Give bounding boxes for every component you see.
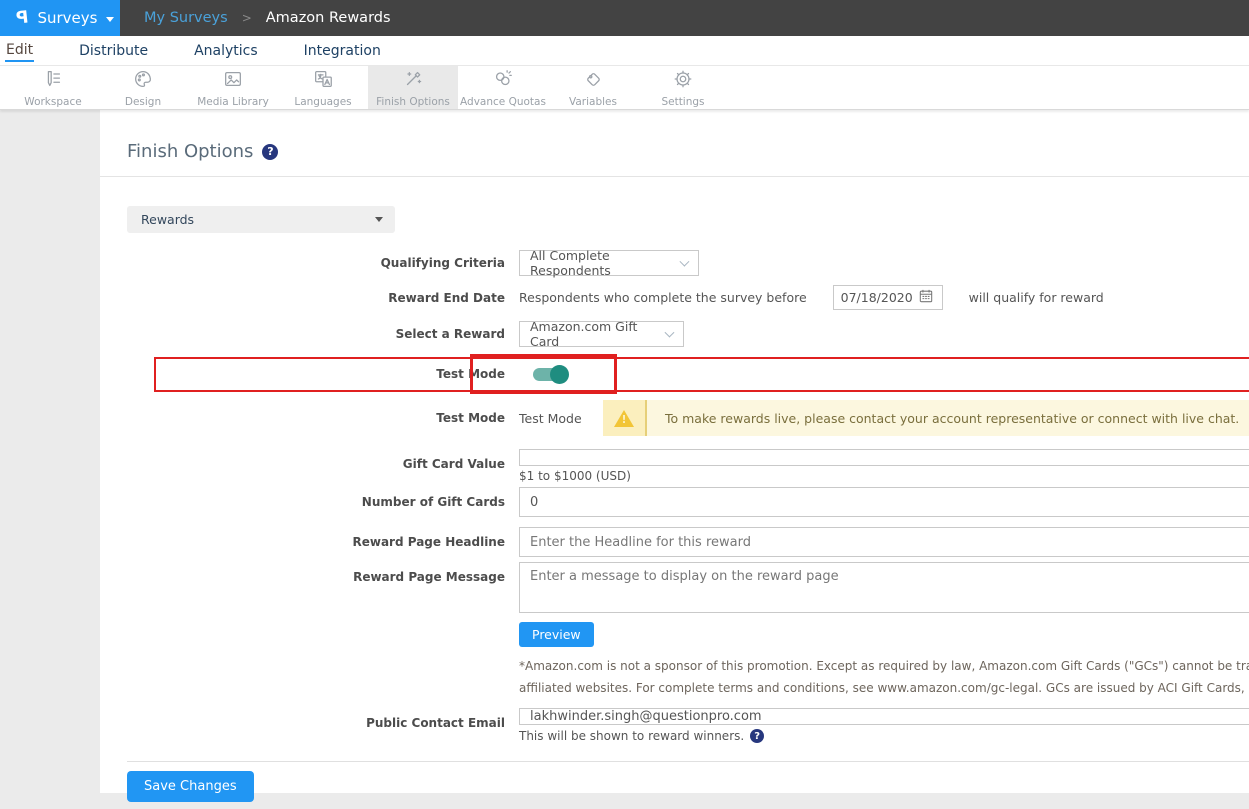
breadcrumb-separator-icon: >	[242, 11, 252, 25]
gift-card-value-input[interactable]	[519, 449, 1249, 466]
media-library-icon	[222, 68, 244, 94]
toolbar-item-label: Variables	[569, 96, 617, 108]
select-reward-select[interactable]: Amazon.com Gift Card	[519, 321, 684, 347]
test-mode-toggle[interactable]	[533, 368, 567, 381]
toolbar-item-label: Settings	[661, 96, 704, 108]
page-background: Finish Options ? Rewards Qualifying Crit…	[0, 110, 1249, 809]
reward-end-date-input[interactable]	[833, 285, 943, 310]
test-mode-toggle-label: Test Mode	[127, 367, 519, 381]
edit-toolbar: Workspace Design Media Library Languages…	[0, 66, 1249, 110]
number-of-gift-cards-input[interactable]	[519, 487, 1249, 517]
toolbar-item-media-library[interactable]: Media Library	[188, 66, 278, 109]
caret-down-icon	[106, 17, 114, 22]
finish-options-icon	[402, 68, 424, 94]
select-reward-label: Select a Reward	[127, 327, 519, 341]
reward-end-date-field[interactable]	[841, 290, 913, 305]
reward-page-headline-input[interactable]	[519, 527, 1249, 557]
toolbar-item-label: Finish Options	[376, 96, 450, 108]
toolbar-item-label: Advance Quotas	[460, 96, 546, 108]
toolbar-item-languages[interactable]: Languages	[278, 66, 368, 109]
toolbar-item-advance-quotas[interactable]: Advance Quotas	[458, 66, 548, 109]
workspace-icon	[42, 68, 64, 94]
toggle-knob	[550, 365, 569, 384]
disclaimer-line-2: affiliated websites. For complete terms …	[519, 678, 1249, 700]
variables-icon	[582, 68, 604, 94]
warning-triangle-icon	[614, 410, 634, 427]
breadcrumb: My Surveys > Amazon Rewards	[120, 0, 1249, 36]
title-divider	[100, 176, 1249, 177]
tab-distribute[interactable]: Distribute	[78, 41, 149, 61]
finish-options-panel: Finish Options ? Rewards Qualifying Crit…	[100, 110, 1249, 793]
toolbar-item-label: Design	[125, 96, 161, 108]
preview-button[interactable]: Preview	[519, 622, 594, 647]
calendar-icon[interactable]	[919, 288, 933, 307]
tab-analytics[interactable]: Analytics	[193, 41, 259, 61]
surveys-product-menu[interactable]: P Surveys	[0, 0, 120, 36]
gift-card-value-helper: $1 to $1000 (USD)	[519, 469, 1249, 483]
reward-end-date-label: Reward End Date	[127, 291, 519, 305]
rewards-section-dropdown[interactable]: Rewards	[127, 206, 395, 233]
design-icon	[132, 68, 154, 94]
reward-end-date-prefix: Respondents who complete the survey befo…	[519, 290, 807, 305]
advance-quotas-icon	[492, 68, 514, 94]
languages-icon	[312, 68, 334, 94]
tab-integration[interactable]: Integration	[303, 41, 382, 61]
breadcrumb-current: Amazon Rewards	[266, 10, 391, 26]
page-title: Finish Options	[127, 141, 253, 162]
caret-down-icon	[375, 217, 383, 222]
test-mode-status-label: Test Mode	[127, 411, 519, 425]
select-reward-value: Amazon.com Gift Card	[530, 319, 666, 349]
rewards-section-value: Rewards	[141, 212, 194, 227]
breadcrumb-my-surveys[interactable]: My Surveys	[144, 10, 228, 26]
qualifying-criteria-label: Qualifying Criteria	[127, 256, 519, 270]
main-tab-bar: Edit Distribute Analytics Integration	[0, 36, 1249, 66]
toolbar-item-design[interactable]: Design	[98, 66, 188, 109]
qualifying-criteria-select[interactable]: All Complete Respondents	[519, 250, 699, 276]
toolbar-item-workspace[interactable]: Workspace	[8, 66, 98, 109]
toolbar-item-label: Workspace	[24, 96, 81, 108]
questionpro-logo-icon: P	[15, 7, 29, 28]
toolbar-item-finish-options[interactable]: Finish Options	[368, 66, 458, 109]
help-icon[interactable]: ?	[262, 144, 278, 160]
help-icon[interactable]: ?	[750, 729, 764, 743]
public-contact-email-helper: This will be shown to reward winners.	[519, 729, 744, 743]
toolbar-item-label: Languages	[294, 96, 351, 108]
save-changes-button[interactable]: Save Changes	[127, 771, 254, 802]
toolbar-item-settings[interactable]: Settings	[638, 66, 728, 109]
top-bar: P Surveys My Surveys > Amazon Rewards	[0, 0, 1249, 36]
disclaimer-line-1: *Amazon.com is not a sponsor of this pro…	[519, 656, 1249, 678]
save-divider	[127, 761, 1249, 762]
reward-page-headline-label: Reward Page Headline	[127, 535, 519, 549]
public-contact-email-label: Public Contact Email	[127, 708, 519, 730]
tab-edit[interactable]: Edit	[5, 40, 34, 62]
toolbar-item-variables[interactable]: Variables	[548, 66, 638, 109]
number-of-gift-cards-label: Number of Gift Cards	[127, 495, 519, 509]
warning-icon-cell	[603, 400, 647, 436]
gift-card-value-label: Gift Card Value	[127, 449, 519, 471]
public-contact-email-input[interactable]	[519, 708, 1249, 725]
test-mode-status-value: Test Mode	[519, 411, 603, 426]
toolbar-item-label: Media Library	[197, 96, 269, 108]
test-mode-warning: To make rewards live, please contact you…	[603, 400, 1249, 436]
product-name: Surveys	[37, 9, 97, 27]
reward-page-message-input[interactable]	[519, 562, 1249, 613]
qualifying-criteria-value: All Complete Respondents	[530, 248, 681, 278]
amazon-disclaimer: *Amazon.com is not a sponsor of this pro…	[519, 656, 1249, 699]
warning-message: To make rewards live, please contact you…	[647, 400, 1249, 436]
reward-page-message-label: Reward Page Message	[127, 562, 519, 584]
reward-end-date-suffix: will qualify for reward	[969, 290, 1104, 305]
settings-icon	[672, 68, 694, 94]
